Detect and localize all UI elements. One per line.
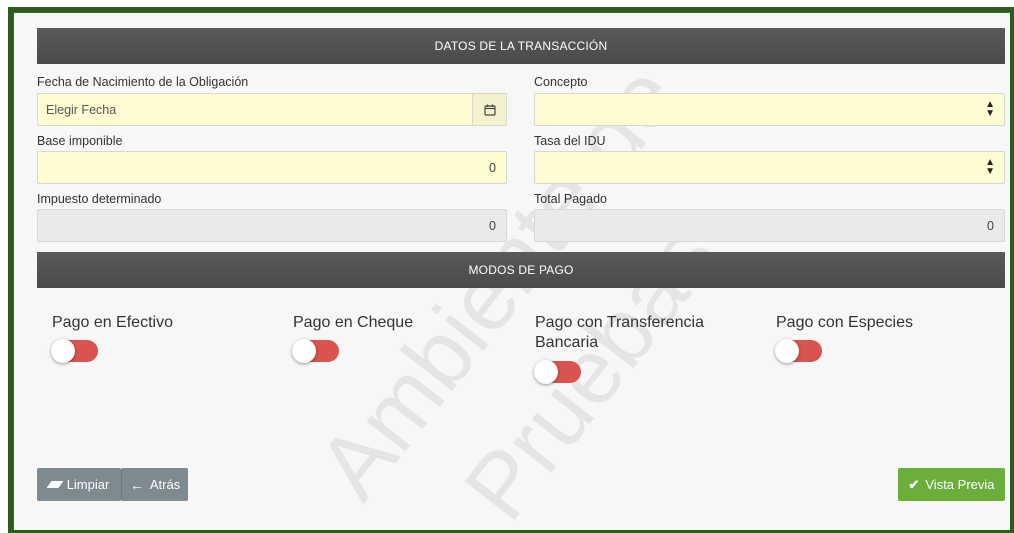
vista-previa-button[interactable]: ✔ Vista Previa (898, 468, 1005, 501)
calendar-button[interactable] (472, 94, 506, 125)
pago-cheque-label: Pago en Cheque (293, 314, 414, 331)
fecha-placeholder: Elegir Fecha (46, 103, 117, 117)
base-value: 0 (489, 161, 496, 175)
pago-transferencia-label: Pago con Transferencia Bancaria (535, 314, 704, 351)
pago-efectivo-label: Pago en Efectivo (52, 314, 173, 331)
calendar-icon (483, 104, 496, 116)
fecha-field[interactable]: Elegir Fecha (37, 93, 507, 126)
impuesto-value: 0 (489, 219, 496, 233)
pago-especies-label: Pago con Especies (776, 314, 913, 331)
transaction-section-header: DATOS DE LA TRANSACCIÓN (37, 28, 1005, 64)
pago-efectivo-toggle[interactable] (51, 339, 98, 363)
vista-previa-label: Vista Previa (925, 477, 995, 492)
total-input: 0 (534, 209, 1005, 242)
tasa-select[interactable]: ▲ ▼ (534, 151, 1005, 184)
impuesto-label: Impuesto determinado (37, 192, 162, 206)
sort-icon: ▲ ▼ (985, 99, 995, 119)
base-input[interactable]: 0 (37, 151, 507, 184)
toggle-knob (51, 339, 75, 363)
arrow-left-icon: ← (129, 476, 144, 493)
total-label: Total Pagado (534, 192, 607, 206)
limpiar-label: Limpiar (66, 477, 110, 492)
impuesto-input: 0 (37, 209, 507, 242)
pago-especies-toggle[interactable] (775, 339, 822, 363)
atras-label: Atrás (149, 477, 181, 492)
sort-icon: ▲ ▼ (985, 157, 995, 177)
frame-border-right (1010, 7, 1014, 531)
toggle-knob (292, 339, 316, 363)
payment-section-header: MODOS DE PAGO (37, 252, 1005, 288)
tasa-label: Tasa del IDU (534, 134, 606, 148)
check-icon: ✔ (908, 476, 920, 492)
fecha-label: Fecha de Nacimiento de la Obligación (37, 75, 249, 89)
pago-transferencia-toggle[interactable] (534, 360, 581, 384)
base-label: Base imponible (37, 134, 123, 148)
concepto-select[interactable]: ▲ ▼ (534, 93, 1005, 126)
total-value: 0 (987, 219, 994, 233)
atras-button[interactable]: ← Atrás (121, 468, 188, 501)
concepto-label: Concepto (534, 75, 588, 89)
toggle-knob (775, 339, 799, 363)
limpiar-button[interactable]: Limpiar (37, 468, 121, 501)
pago-cheque-toggle[interactable] (292, 339, 339, 363)
eraser-icon (46, 481, 64, 488)
toggle-knob (534, 360, 558, 384)
